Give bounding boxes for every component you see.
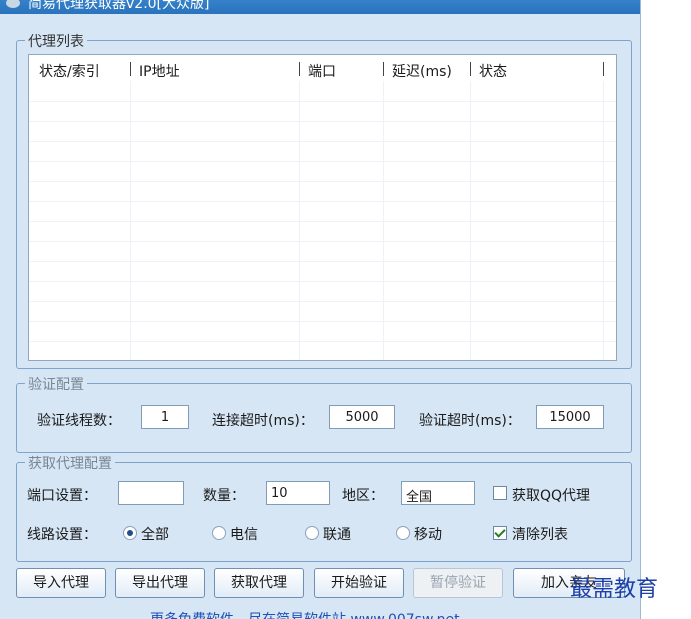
- column-header-latency[interactable]: 延迟(ms): [392, 61, 452, 81]
- column-header-status-index[interactable]: 状态/索引: [39, 61, 100, 81]
- region-input[interactable]: 全国: [401, 481, 475, 505]
- grid-line: [29, 141, 616, 142]
- grid-line: [29, 101, 616, 102]
- connect-timeout-label: 连接超时(ms)：: [212, 413, 314, 429]
- footer-link[interactable]: 更多免费软件，尽在简易软件站 www.007sw.net: [150, 609, 460, 619]
- grid-line: [29, 281, 616, 282]
- start-verify-button[interactable]: 开始验证: [314, 568, 404, 598]
- clear-list-checkbox[interactable]: [493, 526, 507, 540]
- fetch-config-group-label: 获取代理配置: [25, 453, 115, 473]
- connect-timeout-input[interactable]: 5000: [329, 405, 395, 429]
- grid-line: [29, 301, 616, 302]
- line-option-telecom[interactable]: 电信: [230, 524, 258, 544]
- grid-line: [29, 341, 616, 342]
- fetch-proxy-button[interactable]: 获取代理: [214, 568, 304, 598]
- column-header-port[interactable]: 端口: [308, 61, 336, 81]
- verify-config-group: 验证配置 验证线程数： 1 连接超时(ms)： 5000 验证超时(ms)： 1…: [16, 374, 632, 453]
- line-option-all[interactable]: 全部: [141, 524, 169, 544]
- pause-verify-button: 暂停验证: [413, 568, 503, 598]
- qq-proxy-label[interactable]: 获取QQ代理: [512, 485, 590, 505]
- verify-config-group-label: 验证配置: [25, 374, 87, 394]
- grid-line: [29, 201, 616, 202]
- verify-threads-input[interactable]: 1: [141, 405, 189, 429]
- verify-timeout-label: 验证超时(ms)：: [419, 413, 521, 429]
- export-proxy-button[interactable]: 导出代理: [115, 568, 205, 598]
- count-input[interactable]: 10: [266, 481, 330, 505]
- app-icon: [6, 0, 20, 8]
- line-label: 线路设置：: [27, 527, 97, 543]
- grid-line: [29, 161, 616, 162]
- column-header-state[interactable]: 状态: [479, 61, 507, 81]
- proxy-list-header: 状态/索引 IP地址 端口 延迟(ms) 状态: [29, 55, 616, 81]
- fetch-config-group: 获取代理配置 端口设置： 数量： 10 地区： 全国 获取QQ代理 线路设置： …: [16, 453, 632, 562]
- window-title: 简易代理获取器v2.0[大众版]: [28, 0, 210, 12]
- line-radio-unicom[interactable]: [305, 526, 319, 540]
- qq-proxy-checkbox[interactable]: [493, 486, 507, 500]
- grid-line: [29, 181, 616, 182]
- title-bar[interactable]: 简易代理获取器v2.0[大众版]: [0, 0, 640, 14]
- watermark: 最需教育: [570, 577, 659, 602]
- clear-list-label[interactable]: 清除列表: [512, 524, 568, 544]
- line-option-mobile[interactable]: 移动: [414, 524, 442, 544]
- proxy-list-group: 代理列表 状态/索引 IP地址 端口 延迟(ms) 状态: [16, 31, 632, 369]
- column-separator[interactable]: [299, 62, 300, 76]
- proxy-list[interactable]: 状态/索引 IP地址 端口 延迟(ms) 状态: [28, 54, 617, 361]
- port-label: 端口设置：: [27, 488, 97, 504]
- verify-timeout-input[interactable]: 15000: [536, 405, 604, 429]
- column-separator[interactable]: [130, 62, 131, 76]
- line-radio-mobile[interactable]: [396, 526, 410, 540]
- count-label: 数量：: [203, 488, 245, 504]
- region-label: 地区：: [342, 488, 384, 504]
- line-option-unicom[interactable]: 联通: [323, 524, 351, 544]
- grid-line: [29, 121, 616, 122]
- grid-line: [29, 261, 616, 262]
- port-input[interactable]: [118, 481, 184, 505]
- column-header-ip[interactable]: IP地址: [139, 61, 180, 81]
- import-proxy-button[interactable]: 导入代理: [16, 568, 106, 598]
- line-radio-all[interactable]: [123, 526, 137, 540]
- column-separator[interactable]: [383, 62, 384, 76]
- proxy-list-group-label: 代理列表: [25, 31, 87, 51]
- grid-line: [29, 241, 616, 242]
- column-separator[interactable]: [603, 62, 604, 76]
- grid-line: [29, 221, 616, 222]
- column-separator[interactable]: [470, 62, 471, 76]
- app-window: 简易代理获取器v2.0[大众版] 代理列表 状态/索引 IP地址 端口 延迟(m…: [0, 0, 641, 619]
- line-radio-telecom[interactable]: [212, 526, 226, 540]
- verify-threads-label: 验证线程数：: [37, 413, 121, 429]
- grid-line: [29, 321, 616, 322]
